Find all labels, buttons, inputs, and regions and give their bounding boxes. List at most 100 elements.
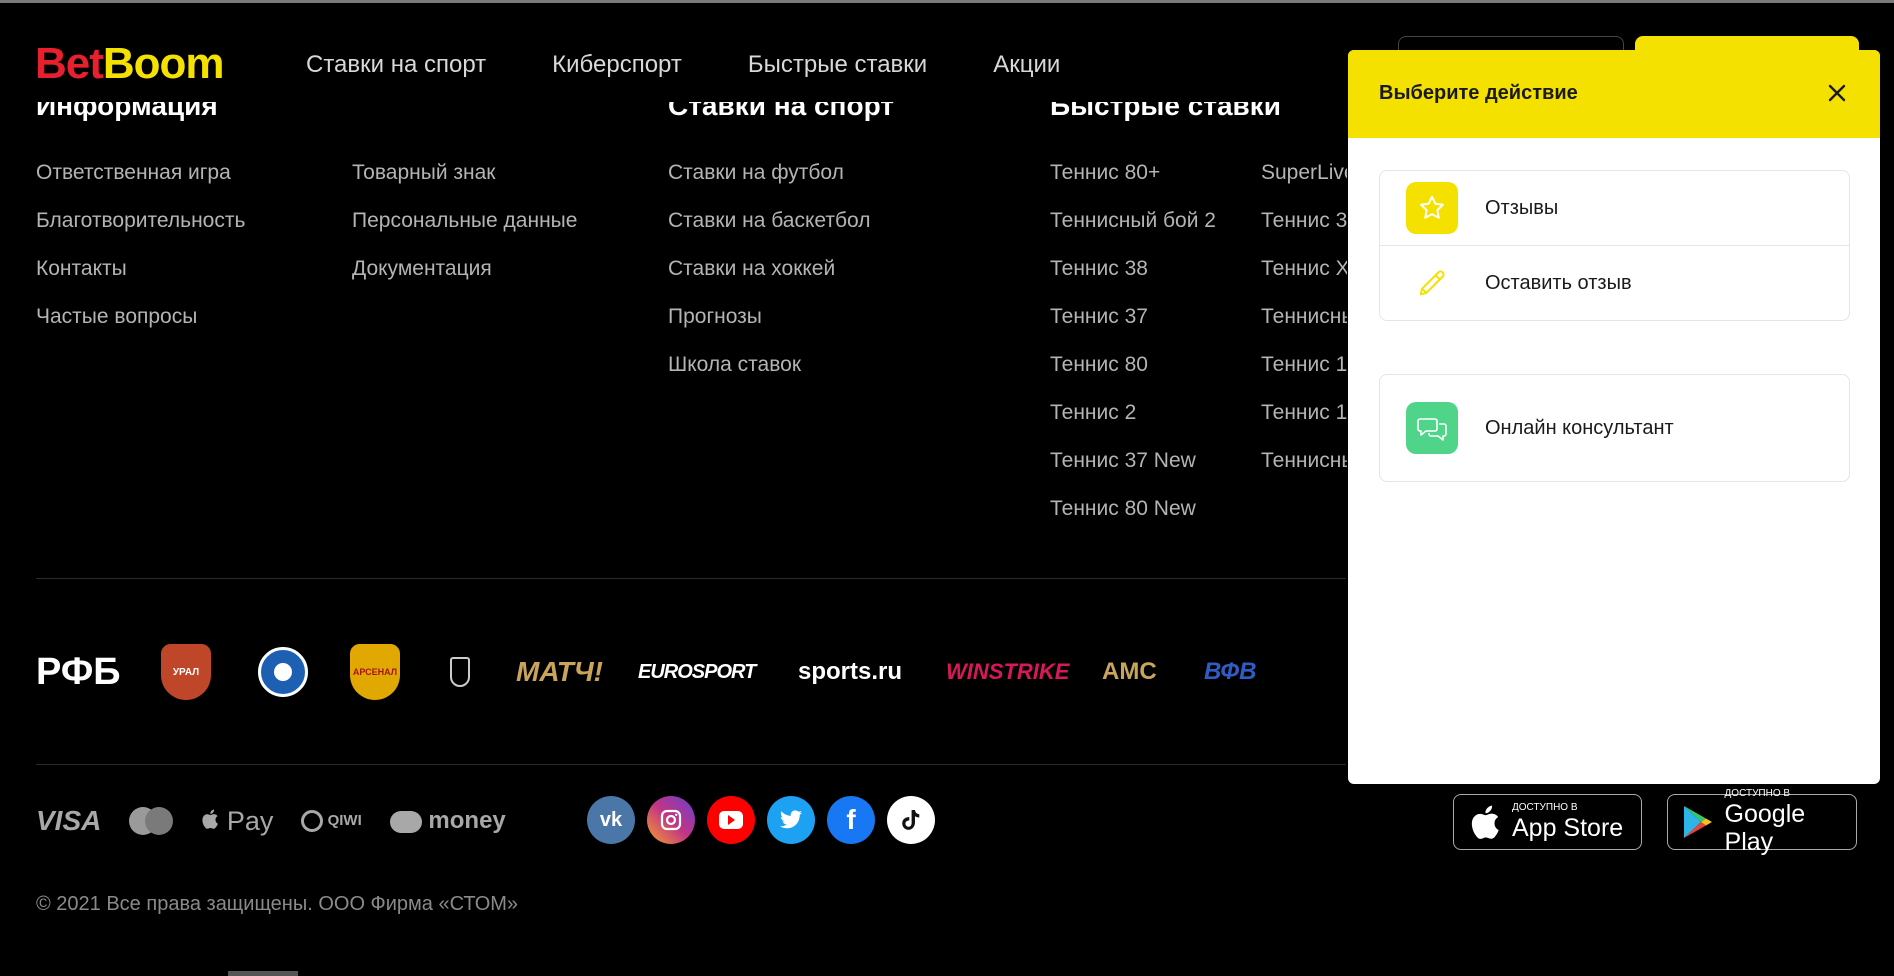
footer-col-title-fast-bets: Быстрые ставки	[1050, 102, 1281, 121]
betboom-logo[interactable]: BetBoom	[35, 39, 225, 89]
googleplay-label: Google Play	[1724, 800, 1806, 856]
partner-amc-logo[interactable]: AMC	[1102, 640, 1157, 704]
footer-link[interactable]: Теннис 80+	[1050, 160, 1216, 208]
scrollbar-fragment	[228, 971, 298, 976]
footer-link[interactable]: Ответственная игра	[36, 160, 245, 208]
qiwi-label: QIWI	[327, 811, 362, 829]
nav-item-sports[interactable]: Ставки на спорт	[306, 51, 486, 79]
instagram-icon[interactable]	[647, 796, 695, 844]
footer-link[interactable]: Теннис 80 New	[1050, 496, 1216, 544]
footer-link[interactable]: Теннис 1	[1261, 400, 1347, 448]
footer-link[interactable]: Теннисный бой 2	[1050, 208, 1216, 256]
footer-link[interactable]: Товарный знак	[352, 160, 577, 208]
footer-divider	[36, 578, 1346, 579]
mastercard-logo	[129, 807, 174, 835]
footer-link[interactable]: Школа ставок	[668, 352, 871, 400]
vk-icon[interactable]: vk	[587, 796, 635, 844]
reviews-row[interactable]: Отзывы	[1380, 171, 1849, 245]
footer-col-sports: Ставки на футбол Ставки на баскетбол Ста…	[668, 160, 871, 400]
chat-icon	[1406, 402, 1458, 454]
twitter-icon[interactable]	[767, 796, 815, 844]
footer-link[interactable]: Теннис 38	[1050, 256, 1216, 304]
apple-pay-label: Pay	[226, 805, 274, 836]
footer-col-title-info: Информация	[36, 102, 218, 121]
qiwi-icon	[301, 810, 324, 832]
footer-link[interactable]: Ставки на хоккей	[668, 256, 871, 304]
yoomoney-label: money	[428, 807, 506, 834]
footer-col-info: Ответственная игра Благотворительность К…	[36, 160, 245, 352]
footer-link[interactable]: Теннис 1	[1261, 352, 1347, 400]
partner-winstrike-logo[interactable]: WINSTRIKE	[946, 640, 1069, 704]
googleplay-badge[interactable]: ДОСТУПНО В Google Play	[1667, 788, 1857, 856]
panel-header: Выберите действие	[1348, 50, 1880, 138]
footer-link[interactable]: Теннисный	[1261, 304, 1347, 352]
copyright-text: © 2021 Все права защищены. ООО Фирма «СТ…	[36, 893, 519, 915]
partner-ural-logo[interactable]: УРАЛ	[161, 640, 211, 704]
google-play-icon	[1678, 804, 1719, 840]
orenburg-roundel	[258, 647, 308, 697]
pencil-icon	[1406, 257, 1458, 309]
consultant-row[interactable]: Онлайн консультант	[1380, 375, 1849, 481]
partner-shield-logo[interactable]	[450, 640, 470, 704]
social-links: vk f	[587, 796, 935, 844]
footer-link[interactable]: Ставки на баскетбол	[668, 208, 871, 256]
partner-vfv-logo[interactable]: ВФВ	[1204, 640, 1257, 704]
footer-link[interactable]: Частые вопросы	[36, 304, 245, 352]
footer-link[interactable]: Теннис 2	[1050, 400, 1216, 448]
footer-link[interactable]: Теннис 37 New	[1050, 448, 1216, 496]
payment-methods: VISA Pay QIWI money	[36, 796, 506, 846]
footer-link[interactable]: Прогнозы	[668, 304, 871, 352]
apple-icon	[1464, 803, 1506, 841]
nav-item-fast-bets[interactable]: Быстрые ставки	[748, 51, 927, 79]
partner-orenburg-logo[interactable]	[258, 640, 308, 704]
yoomoney-icon	[389, 810, 422, 833]
partner-arsenal-logo[interactable]: АРСЕНАЛ	[350, 640, 400, 704]
ural-crest: УРАЛ	[161, 644, 211, 700]
tiktok-icon[interactable]	[887, 796, 935, 844]
youtube-icon[interactable]	[707, 796, 755, 844]
nav-item-esports[interactable]: Киберспорт	[552, 51, 682, 79]
partner-sportsru-logo[interactable]: sports.ru	[798, 640, 902, 704]
appstore-caption: ДОСТУПНО В	[1512, 802, 1578, 813]
appstore-badge[interactable]: ДОСТУПНО В App Store	[1453, 794, 1642, 850]
partners-strip: РФБ УРАЛ АРСЕНАЛ МАТЧ! EUROSPORT sports.…	[36, 640, 1346, 704]
footer-link[interactable]: SuperLive	[1261, 160, 1347, 208]
panel-title: Выберите действие	[1379, 82, 1578, 104]
logo-part-bet: Bet	[35, 39, 104, 88]
footer-link[interactable]: Теннис X	[1261, 256, 1347, 304]
footer-link[interactable]: Документация	[352, 256, 577, 304]
reviews-card: Отзывы Оставить отзыв	[1379, 170, 1850, 321]
footer-col-fast-bets: Теннис 80+ Теннисный бой 2 Теннис 38 Тен…	[1050, 160, 1216, 544]
footer-link[interactable]: Теннис 38	[1261, 208, 1347, 256]
star-icon	[1406, 182, 1458, 234]
reviews-label: Отзывы	[1485, 196, 1559, 219]
yoomoney-logo: money	[389, 807, 506, 835]
main-nav: Ставки на спорт Киберспорт Быстрые ставк…	[306, 51, 1060, 79]
footer-link[interactable]: Благотворительность	[36, 208, 245, 256]
ball-icon	[274, 663, 292, 681]
footer-link[interactable]: Теннис 80	[1050, 352, 1216, 400]
footer-link[interactable]: Теннис 37	[1050, 304, 1216, 352]
footer-divider	[36, 764, 1346, 765]
close-icon[interactable]	[1824, 80, 1850, 106]
leave-review-row[interactable]: Оставить отзыв	[1380, 245, 1849, 320]
facebook-icon[interactable]: f	[827, 796, 875, 844]
footer-link[interactable]: Ставки на футбол	[668, 160, 871, 208]
partner-match-logo[interactable]: МАТЧ!	[516, 640, 603, 704]
footer-col-legal: Товарный знак Персональные данные Докуме…	[352, 160, 577, 304]
arsenal-crest: АРСЕНАЛ	[350, 644, 400, 700]
qiwi-logo: QIWI	[301, 810, 362, 832]
footer-link[interactable]: Теннисный	[1261, 448, 1347, 496]
consultant-label: Онлайн консультант	[1485, 416, 1674, 439]
leave-review-label: Оставить отзыв	[1485, 271, 1632, 294]
shield-icon	[450, 657, 470, 687]
googleplay-caption: ДОСТУПНО В	[1724, 788, 1791, 799]
partner-rfb-logo[interactable]: РФБ	[36, 640, 121, 704]
nav-item-promotions[interactable]: Акции	[993, 51, 1060, 79]
apple-pay-logo: Pay	[201, 806, 273, 837]
footer-link[interactable]: Контакты	[36, 256, 245, 304]
logo-part-boom: Boom	[102, 39, 225, 88]
footer-col-fast-bets-2: SuperLive Теннис 38 Теннис X Теннисный Т…	[1261, 160, 1347, 496]
footer-link[interactable]: Персональные данные	[352, 208, 577, 256]
partner-eurosport-logo[interactable]: EUROSPORT	[638, 640, 756, 704]
